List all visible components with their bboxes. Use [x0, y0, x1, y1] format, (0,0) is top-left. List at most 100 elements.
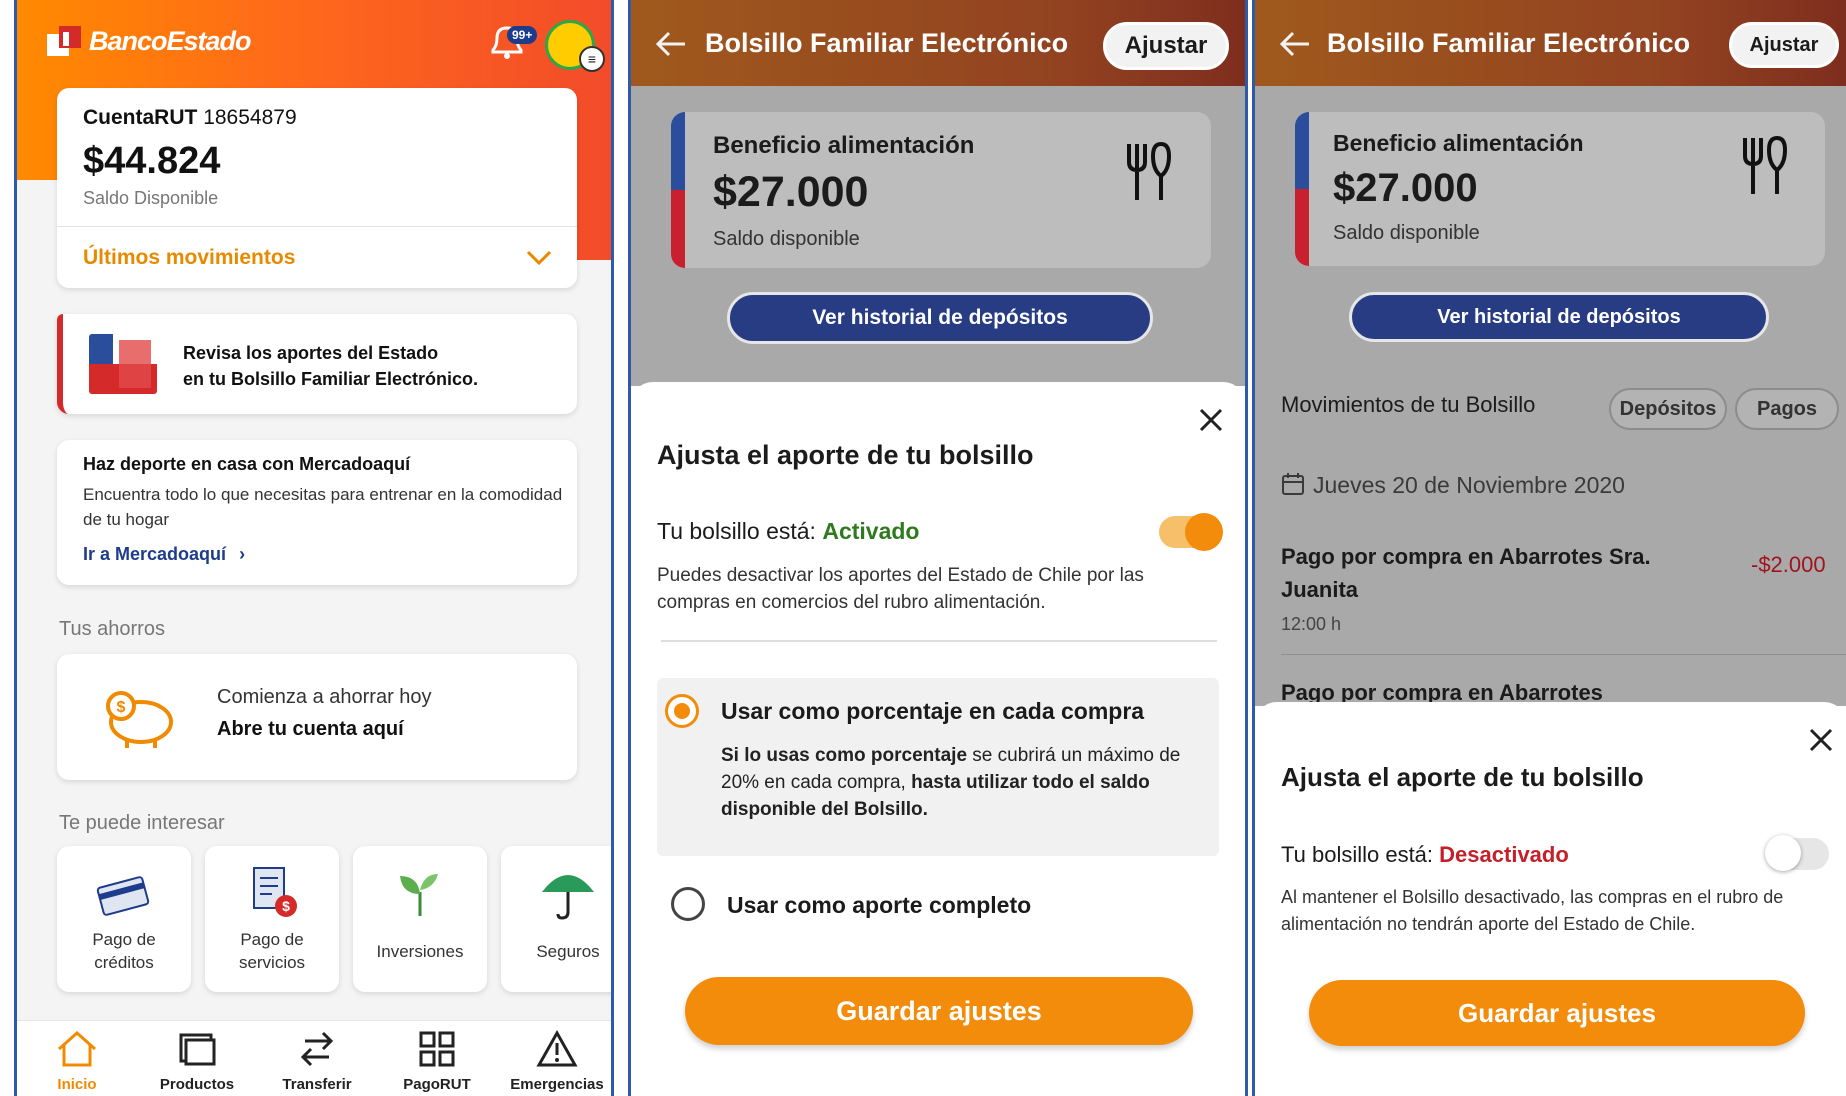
back-arrow-icon[interactable]	[1279, 30, 1311, 58]
flag-stripe	[671, 112, 685, 268]
chevron-right-icon: ›	[239, 544, 246, 564]
open-account-link[interactable]: Abre tu cuenta aquí	[217, 718, 404, 741]
filter-chip-deposits[interactable]: Depósitos	[1609, 388, 1727, 430]
transaction-time: 12:00 h	[1281, 614, 1342, 634]
calendar-icon	[1282, 473, 1304, 495]
tile-credit-payment[interactable]: Pago de créditos	[57, 846, 191, 992]
tile-label: Pago de créditos	[92, 930, 156, 972]
page-title: Bolsillo Familiar Electrónico	[705, 28, 1069, 58]
savings-line-1: Comienza a ahorrar hoy	[217, 686, 432, 708]
benefit-title: Beneficio alimentación	[1333, 130, 1584, 156]
status-value: Activado	[822, 518, 920, 544]
nav-label: Productos	[159, 1076, 235, 1093]
status-value: Desactivado	[1439, 842, 1569, 867]
adjust-button[interactable]: Ajustar	[1729, 22, 1839, 68]
brand-name: BancoEstado	[89, 25, 252, 56]
card-payment-icon	[96, 876, 150, 916]
divider	[661, 640, 1217, 642]
adjust-bottom-sheet: Ajusta el aporte de tu bolsillo Tu bolsi…	[631, 382, 1245, 1096]
latest-movements-toggle[interactable]: Últimos movimientos	[83, 246, 295, 270]
nav-transfer[interactable]: Transferir	[257, 1021, 377, 1096]
transaction-title[interactable]: Pago por compra en Abarrotes Sra. Juanit…	[1281, 540, 1681, 606]
save-settings-button[interactable]: Guardar ajustes	[1309, 980, 1805, 1046]
save-settings-button[interactable]: Guardar ajustes	[685, 977, 1193, 1045]
close-icon[interactable]	[1807, 726, 1835, 754]
toggle-knob	[1185, 513, 1223, 551]
sheet-title: Ajusta el aporte de tu bolsillo	[657, 440, 1034, 470]
nav-products[interactable]: Productos	[137, 1021, 257, 1096]
tile-label: Seguros	[536, 942, 600, 961]
adjust-button[interactable]: Ajustar	[1103, 22, 1229, 70]
benefit-card: Beneficio alimentación $27.000 Saldo dis…	[1295, 112, 1825, 266]
deposit-history-button[interactable]: Ver historial de depósitos	[727, 292, 1153, 344]
home-icon	[58, 1030, 96, 1067]
status-row: Tu bolsillo está: Desactivado	[1281, 842, 1569, 868]
tile-insurance[interactable]: Seguros	[501, 846, 611, 992]
benefit-card: Beneficio alimentación $27.000 Saldo dis…	[671, 112, 1211, 268]
bolsillo-settings-activated-screen: Bolsillo Familiar Electrónico Ajustar Be…	[628, 0, 1248, 1096]
radio-full-contribution[interactable]	[671, 887, 705, 921]
chevron-down-icon[interactable]	[525, 248, 553, 268]
bolsillo-toggle[interactable]	[1765, 835, 1829, 871]
account-card[interactable]: CuentaRUT 18654879 $44.824 Saldo Disponi…	[57, 88, 577, 288]
benefit-amount: $27.000	[1333, 166, 1478, 210]
flag-stripe	[1295, 112, 1309, 266]
umbrella-icon	[542, 875, 594, 920]
utensils-icon	[1743, 135, 1788, 194]
utensils-icon	[1127, 141, 1172, 200]
bottom-navigation: Inicio Productos Transferir PagoRUT Emer…	[17, 1020, 611, 1096]
mercadoaqui-card: Haz deporte en casa con Mercadoaquí Encu…	[57, 440, 577, 585]
deposit-history-button[interactable]: Ver historial de depósitos	[1349, 292, 1769, 342]
nav-label: Inicio	[57, 1076, 97, 1093]
tile-label: Pago de servicios	[238, 930, 306, 972]
nav-pagorut[interactable]: PagoRUT	[377, 1021, 497, 1096]
svg-text:$: $	[117, 699, 126, 716]
svg-text:$: $	[282, 898, 290, 914]
option-percentage-description: Si lo usas como porcentaje se cubrirá un…	[721, 742, 1191, 823]
benefit-title: Beneficio alimentación	[713, 132, 975, 159]
option-full-title[interactable]: Usar como aporte completo	[727, 892, 1031, 919]
transaction-amount: -$2.000	[1751, 552, 1826, 577]
account-type: CuentaRUT	[83, 106, 198, 129]
radio-percentage[interactable]	[665, 694, 699, 728]
sheet-description: Puedes desactivar los aportes del Estado…	[657, 565, 1144, 613]
back-arrow-icon[interactable]	[655, 30, 687, 58]
nav-label: Transferir	[282, 1076, 352, 1093]
option-percentage-title: Usar como porcentaje en cada compra	[721, 698, 1145, 724]
bolsillo-promo-card[interactable]: Revisa los aportes del Estado en tu Bols…	[57, 314, 577, 414]
qr-icon	[419, 1031, 455, 1067]
tile-investments[interactable]: Inversiones	[353, 846, 487, 992]
sheet-description: Al mantener el Bolsillo desactivado, las…	[1281, 887, 1784, 934]
bill-icon: $	[253, 867, 297, 917]
mercado-link-label[interactable]: Ir a Mercadoaquí	[83, 544, 226, 564]
account-label: CuentaRUT 18654879	[83, 106, 297, 130]
chile-flag-icon	[89, 334, 157, 394]
balance-caption: Saldo Disponible	[83, 188, 219, 208]
promo-text: Revisa los aportes del Estado en tu Bols…	[183, 340, 563, 392]
bolsillo-toggle[interactable]	[1159, 513, 1223, 551]
close-icon[interactable]	[1197, 406, 1225, 434]
interest-section-label: Te puede interesar	[59, 812, 225, 834]
adjust-bottom-sheet: Ajusta el aporte de tu bolsillo Tu bolsi…	[1255, 702, 1846, 1096]
savings-card[interactable]: $ Comienza a ahorrar hoy Abre tu cuenta …	[57, 654, 577, 780]
products-icon	[179, 1033, 216, 1066]
nav-home[interactable]: Inicio	[17, 1021, 137, 1096]
movements-title: Movimientos de tu Bolsillo	[1281, 392, 1536, 417]
promo-line-2: en tu Bolsillo Familiar Electrónico.	[183, 369, 479, 389]
nav-emergencies[interactable]: Emergencias	[497, 1021, 611, 1096]
home-screen: BancoEstado 99+ ≡ CuentaRUT 18654879 $44…	[14, 0, 614, 1096]
date-header: Jueves 20 de Noviembre 2020	[1281, 472, 1625, 499]
toggle-knob	[1765, 835, 1801, 871]
piggy-bank-icon: $	[106, 691, 173, 748]
status-label: Tu bolsillo está:	[1281, 842, 1434, 867]
mercado-title: Haz deporte en casa con Mercadoaquí	[83, 454, 411, 474]
bolsillo-settings-deactivated-screen: Bolsillo Familiar Electrónico Ajustar Be…	[1252, 0, 1846, 1096]
benefit-caption: Saldo disponible	[1333, 222, 1480, 244]
account-balance: $44.824	[83, 140, 221, 182]
option-percentage[interactable]: Usar como porcentaje en cada compra Si l…	[657, 678, 1219, 856]
mercado-link[interactable]: Ir a Mercadoaquí ›	[83, 544, 245, 565]
sheet-title: Ajusta el aporte de tu bolsillo	[1281, 762, 1644, 792]
filter-chip-payments[interactable]: Pagos	[1735, 388, 1839, 430]
tile-services-payment[interactable]: $ Pago de servicios	[205, 846, 339, 992]
menu-icon[interactable]: ≡	[579, 46, 605, 72]
